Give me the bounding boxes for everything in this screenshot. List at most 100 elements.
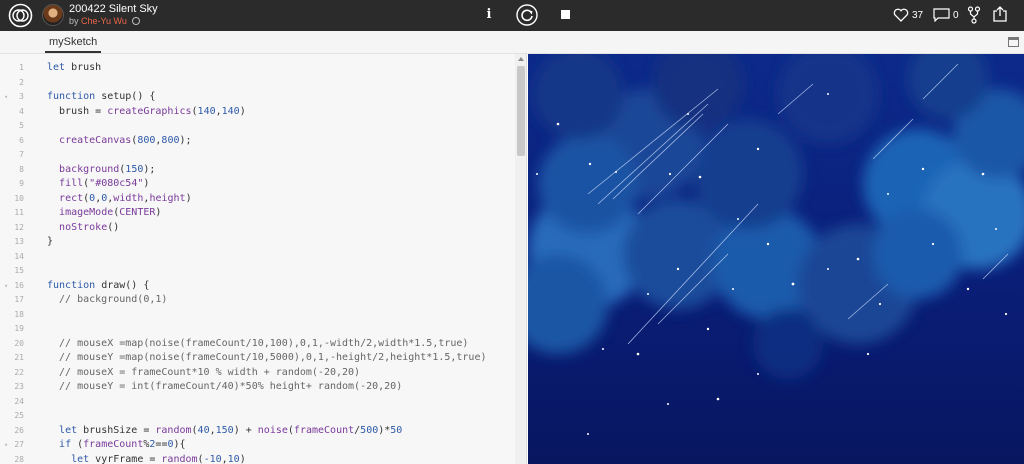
code-token: ) xyxy=(155,207,162,218)
code-token: 40 xyxy=(197,424,210,436)
code-token: if xyxy=(59,439,72,450)
info-icon: i xyxy=(486,7,492,22)
code-token: ) + xyxy=(233,424,258,436)
code-token: 800 xyxy=(161,134,180,146)
heart-icon xyxy=(893,8,909,22)
code-line[interactable]: 24 xyxy=(0,395,515,410)
code-line[interactable]: 2 xyxy=(0,76,515,91)
line-number: 11 xyxy=(14,208,24,217)
scroll-up-icon[interactable] xyxy=(518,57,524,61)
code-token: 10 xyxy=(227,453,240,464)
line-number: 21 xyxy=(14,353,24,362)
code-line[interactable]: 7 xyxy=(0,148,515,163)
info-button[interactable]: i xyxy=(484,7,494,23)
code-token: 140 xyxy=(197,105,216,117)
code-line[interactable]: 28 let vyrFrame = random(-10,10) xyxy=(0,453,515,464)
code-line[interactable]: 16 ▾ function draw() { xyxy=(0,279,515,294)
code-text: // background(0,1) xyxy=(47,293,167,308)
code-text: // mouseY = int(frameCount/40)*50% heigh… xyxy=(47,380,402,395)
code-line[interactable]: 10 rect(0,0,width,height) xyxy=(0,192,515,207)
code-line[interactable]: 13} xyxy=(0,235,515,250)
code-token: createGraphics xyxy=(107,105,192,117)
code-token: let xyxy=(71,453,90,464)
sketch-canvas[interactable] xyxy=(528,54,1024,464)
comment-button[interactable]: 0 xyxy=(933,6,959,24)
code-line[interactable]: 26 let brushSize = random(40,150) + nois… xyxy=(0,424,515,439)
code-line[interactable]: 19 xyxy=(0,322,515,337)
code-line[interactable]: 1 let brush xyxy=(0,61,515,76)
code-text: let brushSize = random(40,150) + noise(f… xyxy=(47,424,402,439)
code-line[interactable]: 4 brush = createGraphics(140,140) xyxy=(0,105,515,120)
like-count: 37 xyxy=(912,9,924,21)
code-token: CENTER xyxy=(119,207,156,218)
code-line[interactable]: 12 noStroke() xyxy=(0,221,515,236)
code-token: fill xyxy=(59,178,84,189)
code-line[interactable]: 9 fill("#080c54") xyxy=(0,177,515,192)
code-token: random xyxy=(161,453,198,464)
code-line[interactable]: 3 ▾ function setup() { xyxy=(0,90,515,105)
line-number: 8 xyxy=(19,164,24,174)
code-token: // mouseY = int(frameCount/40)*50% heigh… xyxy=(47,381,403,392)
line-number: 28 xyxy=(14,454,24,464)
author-link[interactable]: Che-Yu Wu xyxy=(81,16,127,26)
code-line[interactable]: 18 xyxy=(0,308,515,323)
code-line[interactable]: 14 xyxy=(0,250,515,265)
line-number: 9 xyxy=(19,179,24,188)
fold-arrow-icon[interactable]: ▾ xyxy=(4,279,8,294)
code-token: brush xyxy=(65,62,102,73)
code-line[interactable]: 17 // background(0,1) xyxy=(0,293,515,308)
code-line[interactable]: 6 createCanvas(800,800); xyxy=(0,134,515,149)
code-token: width xyxy=(113,192,144,204)
author-avatar[interactable] xyxy=(42,4,64,26)
code-token: noise xyxy=(257,424,288,436)
code-line[interactable]: 22 // mouseX = frameCount*10 % width + r… xyxy=(0,366,515,381)
code-line[interactable]: 25 xyxy=(0,409,515,424)
code-line[interactable]: 8 background(150); xyxy=(0,163,515,178)
code-token: ); xyxy=(143,163,156,175)
code-line[interactable]: 20 // mouseX =map(noise(frameCount/10,10… xyxy=(0,337,515,352)
code-text: noStroke() xyxy=(47,221,119,236)
scrollbar-thumb[interactable] xyxy=(517,66,525,156)
code-text: createCanvas(800,800); xyxy=(47,134,191,149)
line-number: 22 xyxy=(14,367,24,377)
fork-icon[interactable] xyxy=(967,6,981,24)
vertical-scrollbar[interactable] xyxy=(515,54,526,464)
code-text: fill("#080c54") xyxy=(47,177,149,192)
like-button[interactable]: 37 xyxy=(893,6,923,24)
code-token: setup() { xyxy=(95,91,156,102)
code-token: 150 xyxy=(215,424,234,436)
tab-mysketch[interactable]: mySketch xyxy=(45,31,102,53)
line-number: 23 xyxy=(14,382,24,391)
line-number: 7 xyxy=(19,150,24,159)
code-token: vyrFrame = xyxy=(89,453,162,464)
code-line[interactable]: 21 // mouseY =map(noise(frameCount/10,50… xyxy=(0,351,515,366)
code-text: // mouseX = frameCount*10 % width + rand… xyxy=(47,366,360,381)
expand-icon[interactable] xyxy=(1008,37,1019,47)
code-token: frameCount xyxy=(293,424,355,436)
code-token: )* xyxy=(378,424,391,436)
code-line[interactable]: 23 // mouseY = int(frameCount/40)*50% he… xyxy=(0,380,515,395)
restart-button[interactable] xyxy=(516,4,538,26)
code-editor[interactable]: 1 let brush 2 3 ▾ function setup() {4 brush =… xyxy=(0,54,527,464)
code-text: background(150); xyxy=(47,163,155,178)
stop-button[interactable] xyxy=(561,10,570,19)
line-number: 18 xyxy=(14,309,24,319)
fold-arrow-icon[interactable]: ▾ xyxy=(4,90,8,105)
line-number: 4 xyxy=(19,106,24,116)
code-line[interactable]: 5 xyxy=(0,119,515,134)
line-number: 25 xyxy=(14,411,24,420)
line-number: 10 xyxy=(14,193,24,203)
code-token: brush = xyxy=(47,105,108,117)
code-line[interactable]: 11 imageMode(CENTER) xyxy=(0,206,515,221)
code-line[interactable]: 27 ▾ if (frameCount%2==0){ xyxy=(0,438,515,453)
code-token: draw() { xyxy=(95,279,150,291)
line-number: 1 xyxy=(19,63,24,72)
openprocessing-logo-icon[interactable] xyxy=(8,3,33,28)
code-token: let xyxy=(59,424,78,436)
code-token: rect xyxy=(59,192,84,204)
code-line[interactable]: 15 xyxy=(0,264,515,279)
share-icon[interactable] xyxy=(992,6,1008,22)
fold-arrow-icon[interactable]: ▾ xyxy=(4,438,8,453)
